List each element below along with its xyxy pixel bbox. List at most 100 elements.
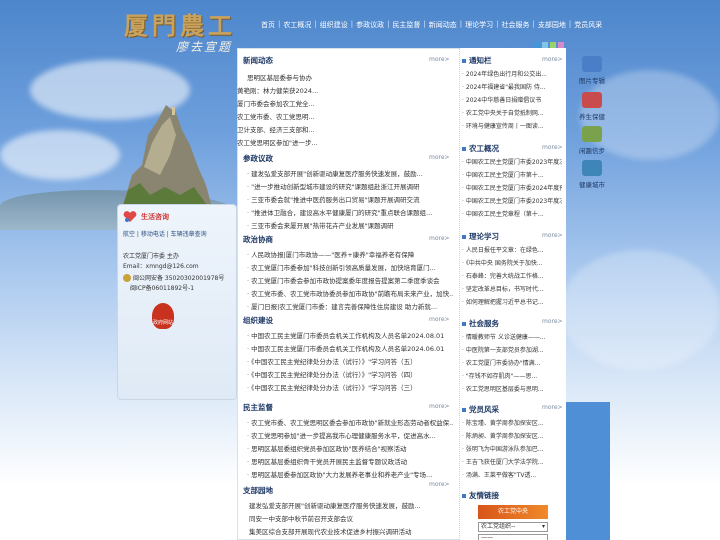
- study-item[interactable]: 坚定改革总目标，书写时代...: [462, 283, 562, 296]
- nav-study[interactable]: 理论学习: [462, 20, 496, 30]
- organization-item[interactable]: 《中国农工民主党纪律处分办法（试行）》"学习问答（五）: [247, 356, 453, 369]
- consultation-list: 人民政协报|厦门市政协——"医养+康养"幸福养老有保障 农工党厦门市委参加"科技…: [243, 249, 453, 314]
- study-item[interactable]: 石泰峰：完善大统战工作格...: [462, 270, 562, 283]
- branch-item[interactable]: 建发弘爱支部开展"创新驱动康复医疗服务快速发展，鼓励...: [249, 500, 453, 513]
- members-more-link[interactable]: more>: [542, 404, 563, 411]
- rock-peak-image: [120, 105, 214, 215]
- study-more-link[interactable]: more>: [542, 232, 563, 239]
- members-item[interactable]: 张明飞为中国游泳队参加巴...: [462, 443, 562, 456]
- policy-item[interactable]: 三亚市委会来厦开展"热带花卉产业发展"课题调研: [247, 220, 453, 233]
- consultation-title: 政治协商: [243, 235, 273, 244]
- organization-select-value: 农工党组织--: [481, 523, 516, 530]
- notice-item[interactable]: 2024年绿色出行月和公交出...: [462, 68, 562, 81]
- study-item[interactable]: 如何理解把握习近平总书记...: [462, 296, 562, 309]
- policy-more-link[interactable]: more>: [429, 154, 450, 161]
- organization-item[interactable]: 中国农工民主党厦门市委员会机关工作机构及人员名单2024.08.01: [247, 330, 453, 343]
- supervision-item[interactable]: 农工党思明参加"进一步提高我市心理健康服务水平，促进高水...: [247, 430, 453, 443]
- government-website-badge-label: 政府网站: [152, 320, 173, 326]
- service-item[interactable]: 农工党厦门市委协办"情满...: [462, 357, 562, 370]
- overview-item[interactable]: 中国农工民主党厦门市第十...: [462, 169, 562, 182]
- policy-item[interactable]: 建发弘爱支部开展"创新驱动康复医疗服务快速发展，鼓励...: [247, 168, 453, 181]
- service-links[interactable]: 航空 | 移动电话 | 车辆违章查询: [123, 229, 207, 238]
- notice-item[interactable]: 2024年福建省"最我国防 侍...: [462, 81, 562, 94]
- consultation-item[interactable]: 农工党厦门市委参加"科技创新引领高质量发展，加快培育厦门...: [247, 262, 453, 275]
- consultation-item[interactable]: 农工党市委、农工党市政协委员参加市政协"前瞻布局未来产业，加快...: [247, 288, 453, 301]
- news-item[interactable]: 思明区基层委参与协办: [243, 72, 453, 85]
- service-item[interactable]: 中医院第一支部党员参加湖...: [462, 344, 562, 357]
- nav-about[interactable]: 农工概况: [280, 20, 314, 30]
- site-logo-title[interactable]: 厦門農工: [124, 6, 236, 41]
- consultation-item[interactable]: 厦门日报|农工党厦门市委：建言完善保障性住房建设 助力新就...: [247, 301, 453, 314]
- notice-section: 通知栏 more> 2024年绿色出行月和公交出... 2024年福建省"最我国…: [462, 55, 563, 133]
- notice-more-link[interactable]: more>: [542, 56, 563, 63]
- news-item[interactable]: 厦门市委会参加农工党全...: [237, 98, 453, 111]
- links-title: 友情链接: [469, 491, 499, 500]
- overview-item[interactable]: 中国农工民主党厦门市委2023年度决...: [462, 195, 562, 208]
- government-website-badge[interactable]: 政府网站: [152, 303, 174, 329]
- nav-news[interactable]: 新闻动态: [426, 20, 460, 30]
- second-select[interactable]: ——: [478, 534, 548, 540]
- news-item[interactable]: 农工党市委、农工党思明...: [237, 111, 453, 124]
- members-item[interactable]: 王吉飞获任厦门大学法学院...: [462, 456, 562, 469]
- cloud: [0, 130, 120, 180]
- news-item[interactable]: 黄艳刚：林力健荣获2024...: [237, 85, 453, 98]
- notice-item[interactable]: 农工党中央关于自觉抵制网...: [462, 107, 562, 120]
- service-item[interactable]: 农工党思明区基层委与思明...: [462, 383, 562, 396]
- partner-banner[interactable]: 农工党中央: [478, 505, 548, 519]
- branch-item[interactable]: 同安一中支部中秋节前召开支部会议: [249, 513, 453, 526]
- organization-more-link[interactable]: more>: [429, 316, 450, 323]
- nav-organization[interactable]: 组织建设: [317, 20, 351, 30]
- news-more-link[interactable]: more>: [429, 56, 450, 63]
- overview-item[interactable]: 中国农工民主党厦门市委2023年度决...: [462, 156, 562, 169]
- news-item[interactable]: 卫计支部、经济三支部和...: [237, 124, 453, 137]
- members-item[interactable]: 陈宝瑾、黄学周参加探安区...: [462, 417, 562, 430]
- nav-branch[interactable]: 支部园地: [535, 20, 569, 30]
- icp-record[interactable]: 闽ICP备06011892号-1: [130, 283, 194, 292]
- policy-title: 参政议政: [243, 154, 273, 163]
- organization-item[interactable]: 《中国农工民主党纪律处分办法（试行）》"学习问答（四）: [247, 369, 453, 382]
- policy-item[interactable]: "推进体卫融合，建设高水平健康厦门的研究"重点联合课题组...: [247, 207, 453, 220]
- overview-more-link[interactable]: more>: [542, 144, 563, 151]
- nav-supervision[interactable]: 民主监督: [389, 20, 423, 30]
- email-info[interactable]: Email：xmngd@126.com: [123, 261, 199, 270]
- organization-item[interactable]: 《中国农工民主党纪律处分办法（试行）》"学习问答（三）: [247, 382, 453, 395]
- branch-more-link[interactable]: more>: [429, 481, 450, 488]
- public-security-record[interactable]: 闽公网安备 35020302001978号: [133, 273, 224, 282]
- nav-members[interactable]: 党员风采: [571, 20, 605, 30]
- branch-item[interactable]: 集美区综合支部开展现代农业技术促进乡村振兴调研活动: [249, 526, 453, 539]
- section-bullet-icon: [462, 235, 466, 239]
- supervision-item[interactable]: 思明区基层委组织党员参加区政协"医养结合"视察活动: [247, 443, 453, 456]
- nav-policy[interactable]: 参政议政: [353, 20, 387, 30]
- study-item[interactable]: 《中共中央 国务院关于加快...: [462, 257, 562, 270]
- branch-list: 建发弘爱支部开展"创新驱动康复医疗服务快速发展，鼓励... 同安一中支部中秋节前…: [243, 500, 453, 539]
- photo-album-link[interactable]: 图片专辑: [572, 56, 612, 85]
- organization-item[interactable]: 中国农工民主党厦门市委员会机关工作机构及人员名单2024.06.01: [247, 343, 453, 356]
- overview-item[interactable]: 中国农工民主党厦门市委2024年度预...: [462, 182, 562, 195]
- supervision-item[interactable]: 农工党市委、农工党思明区委会参加市政协"新就业形态劳动者权益保...: [247, 417, 453, 430]
- study-item[interactable]: 人民日报任平文章：在绿色...: [462, 244, 562, 257]
- service-title: 社会服务: [469, 319, 499, 328]
- members-item[interactable]: 陈炳昶、黄学周参加探安区...: [462, 430, 562, 443]
- notice-item[interactable]: 环境与健康宣传周丨一图读...: [462, 120, 562, 133]
- service-item[interactable]: 情暖教师节 义诊送健康——...: [462, 331, 562, 344]
- notice-item[interactable]: 2024中华慈善日捐赠倡议书: [462, 94, 562, 107]
- supervision-item[interactable]: 思明区基层委参加区政协"大力发展养老事业和养老产业"专场...: [247, 469, 453, 482]
- supervision-item[interactable]: 思明区基层委组织骨干党员开展民主监督专题议政活动: [247, 456, 453, 469]
- service-more-link[interactable]: more>: [542, 318, 563, 325]
- organization-select[interactable]: 农工党组织-- ▾: [478, 522, 548, 532]
- news-item[interactable]: 农工党思明区参加"进一步...: [237, 137, 453, 150]
- policy-item[interactable]: 三亚市委会就"推进中医药服务出口贸易"课题开展调研交流: [247, 194, 453, 207]
- health-care-link[interactable]: 养生保健: [572, 92, 612, 121]
- service-item[interactable]: "存钱不如存肌肉"——思...: [462, 370, 562, 383]
- nav-service[interactable]: 社会服务: [499, 20, 533, 30]
- supervision-more-link[interactable]: more>: [429, 403, 450, 410]
- overview-item[interactable]: 中国农工民主党章程（第十...: [462, 208, 562, 221]
- consultation-item[interactable]: 农工党厦门市委会参加市政协提案委年度报告提案第二季度季谈会: [247, 275, 453, 288]
- nav-home[interactable]: 首页: [258, 20, 278, 30]
- healthy-city-link[interactable]: 健康城市: [572, 160, 612, 189]
- members-item[interactable]: 汤满、王莱平做客"TV透...: [462, 469, 562, 482]
- leisure-walk-link[interactable]: 闲趣信步: [572, 126, 612, 155]
- policy-item[interactable]: "进一步推动创新型城市建设的研究"课题组赴浙江开展调研: [247, 181, 453, 194]
- consultation-more-link[interactable]: more>: [429, 235, 450, 242]
- consultation-item[interactable]: 人民政协报|厦门市政协——"医养+康养"幸福养老有保障: [247, 249, 453, 262]
